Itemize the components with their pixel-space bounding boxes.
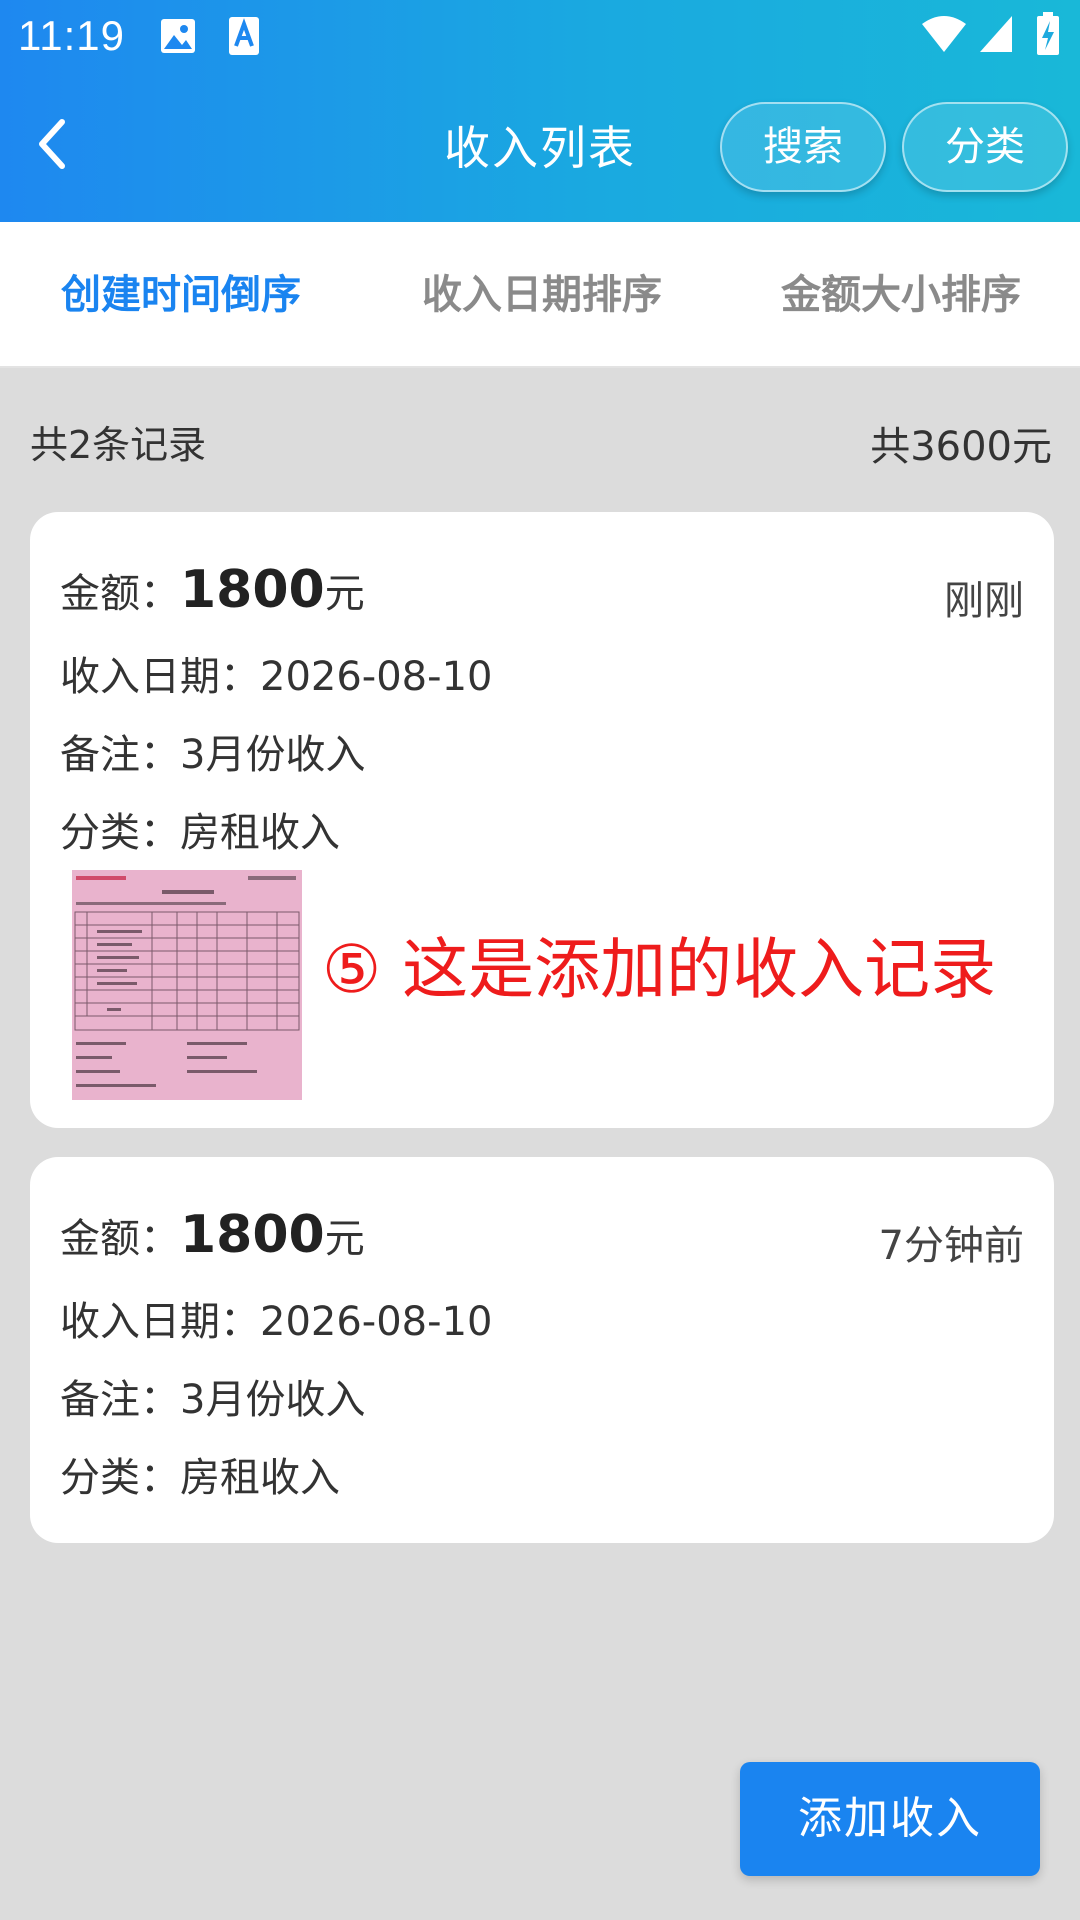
app-header: 11:19 收入列表 搜索 分类 xyxy=(0,0,1080,222)
amount-unit: 元 xyxy=(324,571,365,617)
date-row: 收入日期：2026-08-10 xyxy=(60,1289,492,1347)
signal-icon xyxy=(980,16,1012,52)
amount-row: 金额：1800元 xyxy=(60,1205,365,1265)
category-value: 房租收入 xyxy=(180,810,340,856)
sort-tabs: 创建时间倒序 收入日期排序 金额大小排序 xyxy=(0,222,1080,368)
note-row: 备注：3月份收入 xyxy=(60,722,365,780)
date-value: 2026-08-10 xyxy=(260,654,493,700)
battery-charging-icon xyxy=(1037,12,1059,55)
amount-label: 金额： xyxy=(60,1216,180,1262)
tab-income-date[interactable]: 收入日期排序 xyxy=(362,222,722,368)
status-time: 11:19 xyxy=(18,12,125,59)
note-value: 3月份收入 xyxy=(180,1377,366,1423)
date-label: 收入日期： xyxy=(60,654,260,700)
note-value: 3月份收入 xyxy=(180,732,366,778)
status-bar: 11:19 xyxy=(0,0,1080,72)
amount-value: 1800 xyxy=(180,1205,325,1265)
add-income-button[interactable]: 添加收入 xyxy=(740,1762,1040,1876)
note-row: 备注：3月份收入 xyxy=(60,1367,365,1425)
note-label: 备注： xyxy=(60,732,180,778)
category-row: 分类：房租收入 xyxy=(60,800,340,858)
tab-amount[interactable]: 金额大小排序 xyxy=(722,222,1080,368)
receipt-thumbnail[interactable] xyxy=(72,870,302,1100)
note-label: 备注： xyxy=(60,1377,180,1423)
date-label: 收入日期： xyxy=(60,1299,260,1345)
income-record-card[interactable]: 金额：1800元 刚刚 收入日期：2026-08-10 备注：3月份收入 分类：… xyxy=(30,512,1054,1128)
font-a-icon xyxy=(229,17,259,55)
tab-created-desc[interactable]: 创建时间倒序 xyxy=(0,222,362,368)
wifi-icon xyxy=(922,16,966,52)
category-button[interactable]: 分类 xyxy=(902,102,1068,192)
image-icon xyxy=(161,19,195,53)
category-row: 分类：房租收入 xyxy=(60,1445,340,1503)
record-time: 刚刚 xyxy=(944,578,1024,624)
amount-unit: 元 xyxy=(324,1216,365,1262)
date-value: 2026-08-10 xyxy=(260,1299,493,1345)
search-button[interactable]: 搜索 xyxy=(720,102,886,192)
category-label: 分类： xyxy=(60,1455,180,1501)
record-count: 共2条记录 xyxy=(30,423,207,467)
record-time: 7分钟前 xyxy=(878,1223,1024,1269)
total-amount: 共3600元 xyxy=(870,424,1052,470)
date-row: 收入日期：2026-08-10 xyxy=(60,644,492,702)
income-record-card[interactable]: 金额：1800元 7分钟前 收入日期：2026-08-10 备注：3月份收入 分… xyxy=(30,1157,1054,1543)
amount-label: 金额： xyxy=(60,571,180,617)
annotation-label: ⑤ 这是添加的收入记录 xyxy=(322,931,997,1008)
category-label: 分类： xyxy=(60,810,180,856)
amount-row: 金额：1800元 xyxy=(60,560,365,620)
category-value: 房租收入 xyxy=(180,1455,340,1501)
amount-value: 1800 xyxy=(180,560,325,620)
